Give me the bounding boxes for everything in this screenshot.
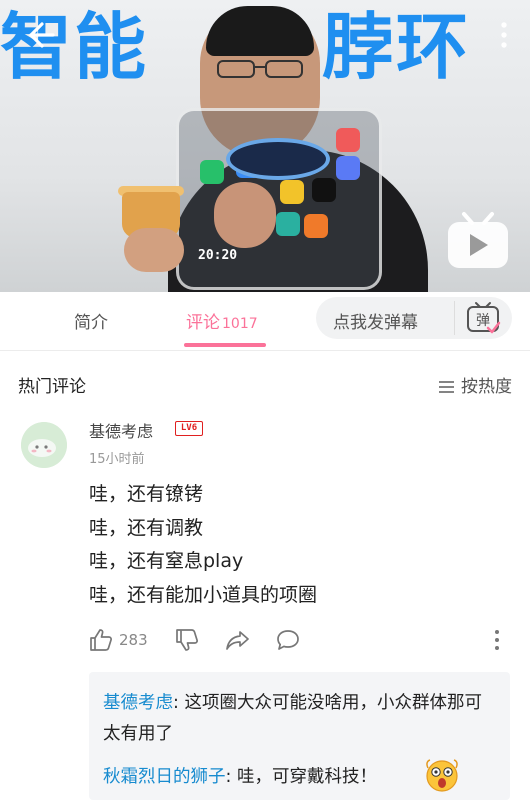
tablet-clock: 20:20 xyxy=(198,248,238,263)
reply-item: 基德考虑: 这项圈大众可能没啥用，小众群体那可太有用了 xyxy=(103,688,483,750)
comment-actions: 283 xyxy=(89,626,509,654)
video-title-left: 智能 xyxy=(0,5,149,89)
replies-box[interactable]: 基德考虑: 这项圈大众可能没啥用，小众群体那可太有用了 秋霜烈日的狮子: 哇，可… xyxy=(89,672,510,800)
avatar-image xyxy=(21,422,67,468)
app-icon xyxy=(200,160,224,184)
hot-comments-title: 热门评论 xyxy=(18,377,86,397)
glasses xyxy=(217,60,303,78)
like-count: 283 xyxy=(119,631,148,649)
share-icon[interactable] xyxy=(225,626,251,654)
danmaku-input[interactable]: 点我发弹幕 弹 xyxy=(316,297,512,339)
active-tab-indicator xyxy=(184,343,266,347)
comment-line: 哇，还有镣铐 xyxy=(89,483,204,505)
person-hair xyxy=(206,6,314,56)
danmaku-toggle-icon[interactable]: 弹 xyxy=(465,301,501,335)
app-icon xyxy=(304,214,328,238)
hand xyxy=(124,228,184,272)
smart-collar xyxy=(226,138,330,180)
video-title-right: 脖环 xyxy=(322,5,471,89)
app-icon xyxy=(312,178,336,202)
app-icon xyxy=(336,128,360,152)
app-icon xyxy=(280,180,304,204)
comment-line: 哇，还有窒息play xyxy=(89,550,244,572)
back-arrow-icon[interactable] xyxy=(26,20,56,50)
reply-text: : 哇，可穿戴科技！ xyxy=(225,767,377,787)
tab-comments-label: 评论 xyxy=(186,313,220,333)
tab-comments-count: 1017 xyxy=(222,316,258,332)
comment-body: 哇，还有镣铐 哇，还有调教 哇，还有窒息play 哇，还有能加小道具的项圈 xyxy=(89,478,317,612)
divider xyxy=(454,301,455,335)
comment-timestamp: 15小时前 xyxy=(89,452,145,467)
thumbs-up-icon[interactable] xyxy=(89,626,113,654)
app-icon xyxy=(276,212,300,236)
danmaku-icon-label: 弹 xyxy=(476,313,490,329)
bilibili-tv-icon[interactable] xyxy=(446,210,510,270)
more-vertical-icon[interactable] xyxy=(493,626,501,654)
avatar[interactable] xyxy=(21,422,67,468)
sort-button[interactable]: 按热度 xyxy=(439,372,512,397)
comment-line: 哇，还有调教 xyxy=(89,516,204,539)
reply-item: 秋霜烈日的狮子: 哇，可穿戴科技！ xyxy=(103,762,377,793)
reply-username[interactable]: 基德考虑 xyxy=(103,693,173,713)
app-icon xyxy=(336,156,360,180)
thumbs-down-icon[interactable] xyxy=(175,626,199,654)
level-badge: LV6 xyxy=(175,421,203,436)
reply-icon[interactable] xyxy=(275,626,301,654)
comment-username[interactable]: 基德考虑 xyxy=(89,418,153,442)
hand xyxy=(214,182,276,248)
reply-username[interactable]: 秋霜烈日的狮子 xyxy=(103,767,226,787)
sort-list-icon xyxy=(439,381,454,393)
tab-intro[interactable]: 简介 xyxy=(74,308,108,333)
danmaku-placeholder: 点我发弹幕 xyxy=(333,313,418,333)
tab-bar: 简介 评论 1017 点我发弹幕 弹 xyxy=(0,292,530,351)
sort-label: 按热度 xyxy=(461,377,512,397)
comment-line: 哇，还有能加小道具的项圈 xyxy=(89,583,318,606)
more-vertical-icon[interactable] xyxy=(500,22,508,48)
shocked-emoji-icon xyxy=(426,759,458,792)
video-player[interactable]: 20:20 智能 脖环 xyxy=(0,0,530,292)
tab-comments[interactable]: 评论 1017 xyxy=(186,308,258,333)
